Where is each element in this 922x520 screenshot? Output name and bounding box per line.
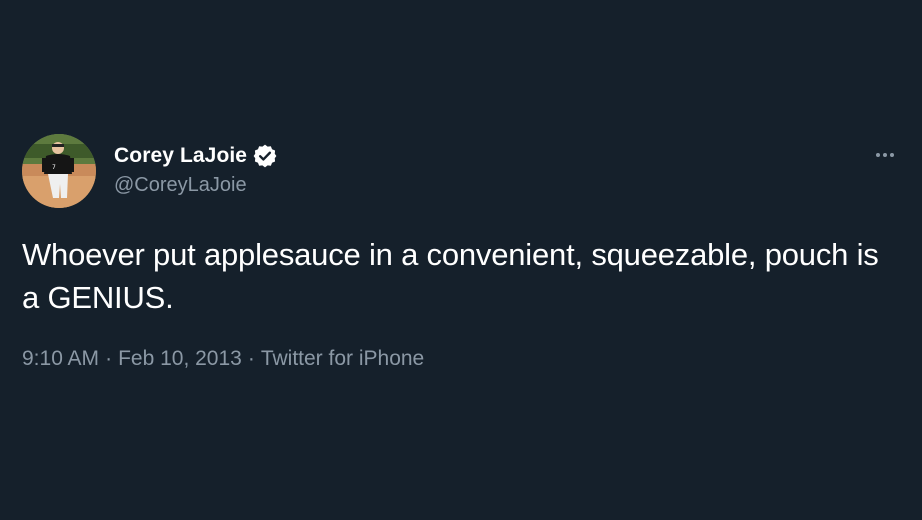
tweet-meta: 9:10 AM · Feb 10, 2013 · Twitter for iPhone [22, 347, 424, 371]
tweet-time[interactable]: 9:10 AM [22, 347, 99, 370]
tweet-text: Whoever put applesauce in a convenient, … [22, 237, 879, 315]
tweet-date[interactable]: Feb 10, 2013 [118, 347, 242, 370]
avatar-photo: 7 [22, 134, 96, 208]
more-dot [883, 153, 887, 157]
avatar[interactable]: 7 [22, 134, 96, 208]
verified-badge-icon [252, 143, 278, 169]
meta-separator: · [247, 347, 255, 370]
meta-separator: · [105, 347, 113, 370]
display-name[interactable]: Corey LaJoie [114, 144, 247, 168]
more-dot [876, 153, 880, 157]
handle[interactable]: @CoreyLaJoie [114, 174, 278, 197]
tweet-source[interactable]: Twitter for iPhone [261, 347, 424, 370]
tweet-header: Corey LaJoie @CoreyLaJoie [114, 142, 278, 197]
svg-text:7: 7 [52, 164, 56, 171]
tweet: 7 Corey LaJoie @CoreyLaJoie Whoever put … [0, 0, 922, 520]
more-dot [890, 153, 894, 157]
name-row: Corey LaJoie [114, 142, 278, 170]
more-options-icon[interactable] [868, 143, 902, 167]
